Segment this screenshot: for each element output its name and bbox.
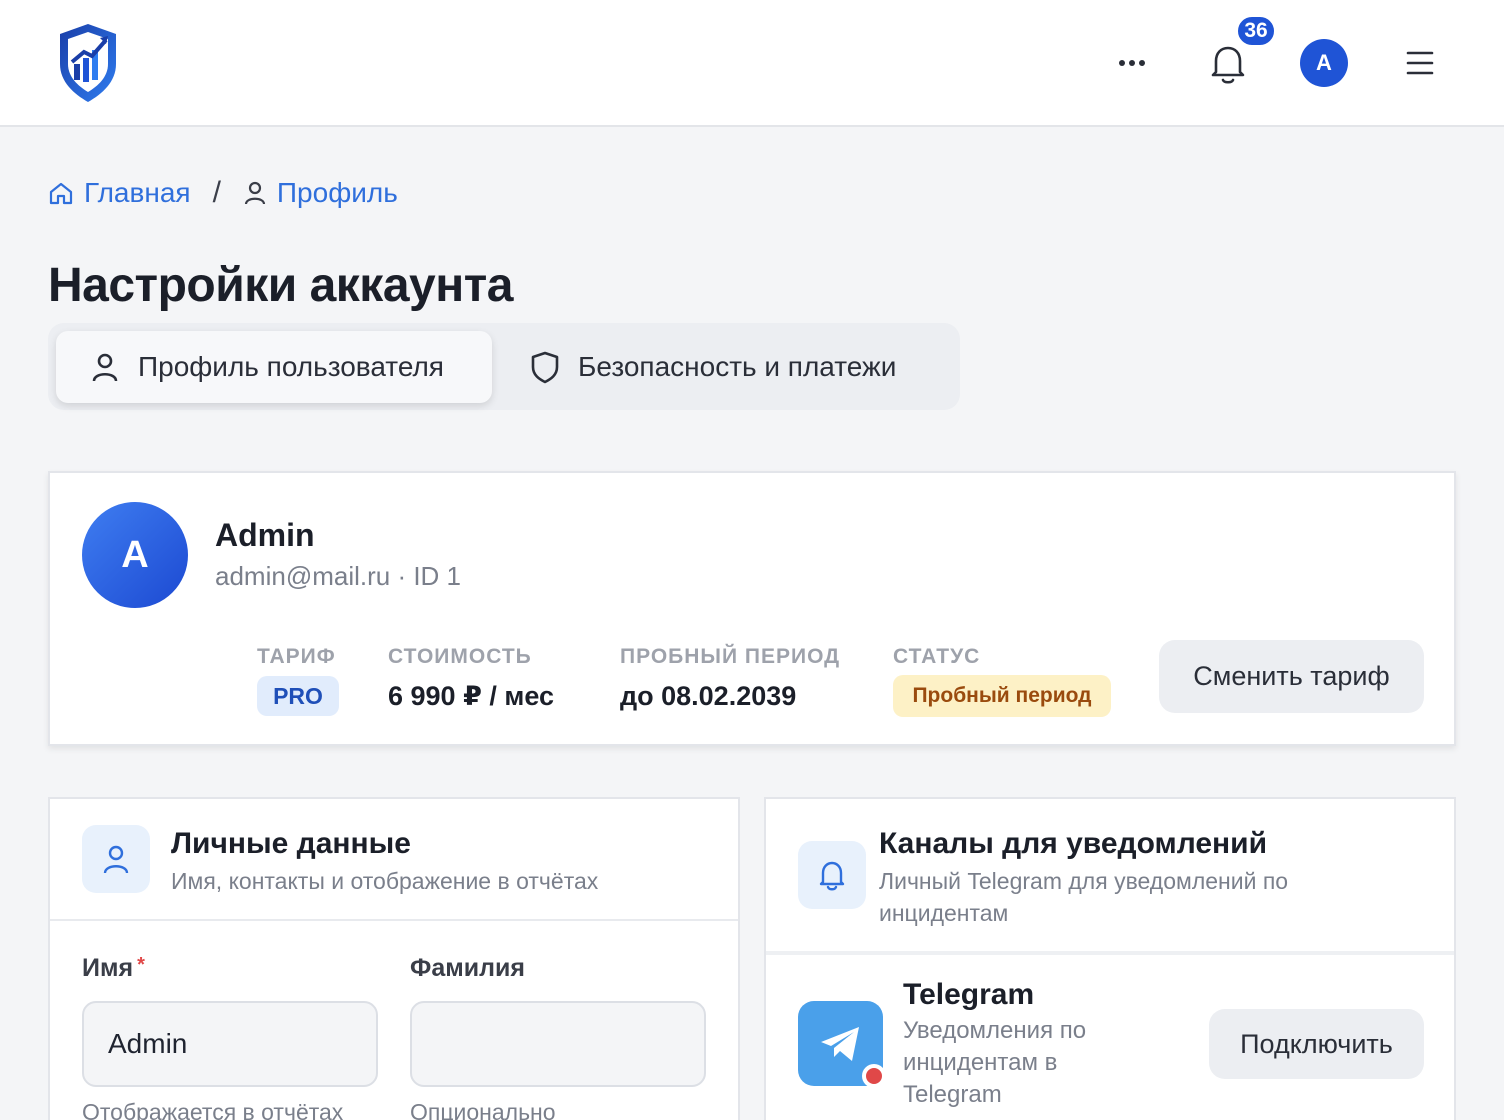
personal-data-user-icon: [82, 825, 150, 893]
section-divider: [50, 919, 738, 921]
tab-user-profile[interactable]: Профиль пользователя: [56, 331, 492, 403]
user-icon: [244, 181, 266, 205]
home-icon: [49, 182, 73, 205]
settings-tabs: Профиль пользователя Безопасность и плат…: [48, 323, 960, 410]
telegram-title: Telegram: [903, 978, 1035, 1011]
last-name-input[interactable]: [410, 1001, 706, 1087]
breadcrumb-home-link[interactable]: Главная: [48, 177, 191, 209]
logo-shield-icon[interactable]: [56, 22, 120, 104]
breadcrumb-separator: /: [212, 176, 221, 209]
personal-data-title: Личные данные: [171, 827, 411, 860]
profile-email-id: admin@mail.ru · ID 1: [215, 561, 462, 591]
first-name-label: Имя *: [82, 954, 145, 983]
more-options-icon[interactable]: [1110, 44, 1154, 82]
profile-name: Admin: [215, 517, 315, 553]
cost-label: СТОИМОСТЬ: [388, 645, 532, 668]
top-bar: 36 A: [0, 0, 1504, 127]
breadcrumb: Главная / Профиль: [48, 176, 398, 210]
page-title: Настройки аккаунта: [48, 259, 513, 312]
shield-icon: [531, 351, 559, 384]
personal-data-description: Имя, контакты и отображение в отчётах: [171, 868, 599, 894]
trial-period-label: ПРОБНЫЙ ПЕРИОД: [620, 645, 841, 668]
status-label: СТАТУС: [893, 645, 981, 668]
tariff-badge: PRO: [257, 676, 339, 716]
first-name-input[interactable]: [82, 1001, 378, 1087]
notifications-bell-icon[interactable]: [1206, 40, 1250, 86]
profile-avatar: A: [82, 502, 188, 608]
user-icon: [92, 353, 118, 382]
breadcrumb-profile-label: Профиль: [276, 177, 398, 208]
change-tariff-button[interactable]: Сменить тариф: [1159, 640, 1424, 713]
last-name-label: Фамилия: [410, 954, 525, 982]
telegram-disconnected-status-dot: [862, 1064, 886, 1088]
section-divider: [766, 951, 1454, 955]
cost-value: 6 990 ₽ / мес: [388, 681, 555, 711]
notification-channels-card: Каналы для уведомлений Личный Telegram д…: [764, 797, 1456, 1120]
telegram-connect-button[interactable]: Подключить: [1209, 1009, 1424, 1079]
personal-data-card: Личные данные Имя, контакты и отображени…: [48, 797, 740, 1120]
channels-description: Личный Telegram для уведомлений по инцид…: [879, 868, 1289, 926]
last-name-hint: Опционально: [410, 1099, 556, 1120]
tab-user-profile-label: Профиль пользователя: [138, 351, 444, 382]
tab-security-payments-label: Безопасность и платежи: [578, 351, 897, 382]
tariff-label: ТАРИФ: [257, 645, 336, 668]
first-name-label-text: Имя: [82, 954, 134, 982]
trial-period-value: до 08.02.2039: [620, 681, 797, 711]
telegram-description: Уведомления по инцидентам в Telegram: [903, 1017, 1087, 1108]
channels-title: Каналы для уведомлений: [879, 827, 1268, 860]
breadcrumb-profile-link[interactable]: Профиль: [243, 177, 398, 209]
tab-security-payments[interactable]: Безопасность и платежи: [526, 331, 896, 403]
status-badge: Пробный период: [893, 675, 1111, 717]
notifications-count-badge: 36: [1236, 15, 1276, 47]
required-mark: *: [137, 954, 145, 976]
breadcrumb-home-label: Главная: [84, 177, 191, 208]
user-avatar[interactable]: A: [1300, 39, 1348, 87]
hamburger-menu-icon[interactable]: [1400, 44, 1440, 82]
channels-bell-icon: [798, 841, 866, 909]
profile-summary-card: A Admin admin@mail.ru · ID 1 ТАРИФ PRO С…: [48, 471, 1456, 746]
first-name-hint: Отображается в отчётах: [82, 1099, 344, 1120]
